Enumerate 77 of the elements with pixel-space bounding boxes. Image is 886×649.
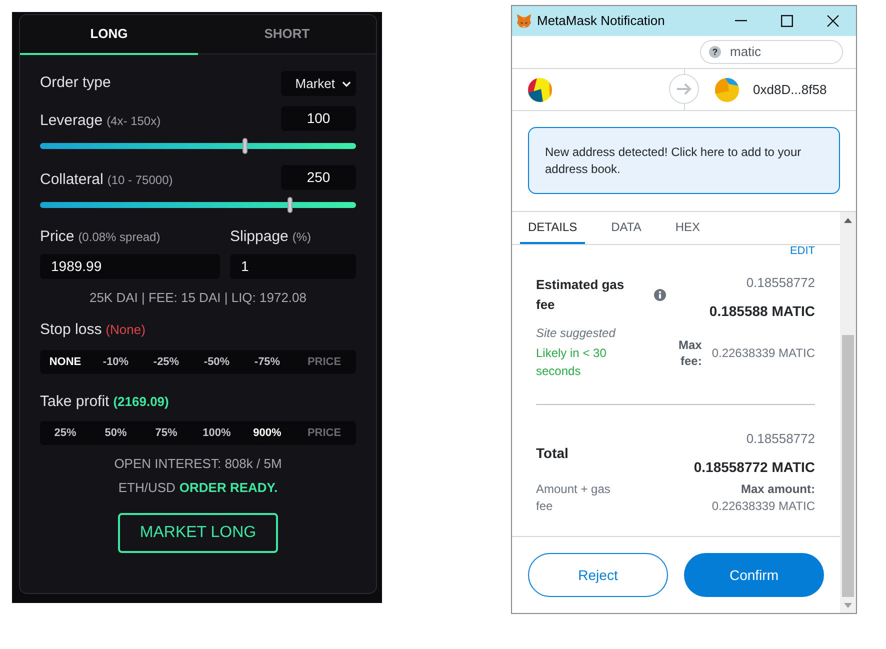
edit-link[interactable]: EDIT [790, 245, 815, 257]
option-button[interactable]: 100% [192, 421, 242, 445]
gas-amount: 0.18558772 [746, 274, 815, 292]
address-alert[interactable]: New address detected! Click here to add to your address book. [528, 127, 840, 194]
leverage-label: Leverage [40, 110, 103, 131]
stop-loss-value: (None) [106, 321, 146, 339]
total-amount-total: 0.18558772 MATIC [694, 458, 815, 476]
option-button[interactable]: -10% [90, 350, 141, 374]
estimate-source: Site suggested [536, 325, 617, 341]
max-fee-value: 0.22638339 MATIC [712, 344, 815, 362]
option-button[interactable]: PRICE [292, 350, 356, 374]
time-estimate: Likely in < 30 seconds [536, 345, 608, 380]
total-label: Total [536, 444, 568, 462]
slippage-label: Slippage [230, 228, 288, 246]
tab[interactable]: SHORT [198, 15, 376, 55]
scroll-up-icon [844, 218, 852, 222]
scrollbar-thumb[interactable] [842, 335, 854, 597]
take-profit-value: (2169.09) [113, 393, 169, 411]
network-selector[interactable]: ? matic [700, 40, 843, 64]
close-icon [827, 15, 839, 27]
gas-amount-total: 0.185588 MATIC [709, 302, 815, 320]
option-button[interactable]: NONE [40, 350, 90, 374]
collateral-slider[interactable] [40, 197, 356, 213]
range-hint: (10 - 75000) [107, 172, 173, 189]
price-input[interactable]: 1989.99 [40, 254, 220, 279]
order-type-label: Order type [40, 73, 111, 94]
option-button[interactable]: 50% [90, 421, 141, 445]
order-status: ORDER READY. [179, 480, 278, 496]
range-hint: (4x- 150x) [106, 112, 161, 130]
max-amount-value: 0.22638339 MATIC [712, 498, 815, 515]
window-title: MetaMask Notification [537, 12, 666, 30]
open-interest: OPEN INTEREST: 808k / 5M [113, 456, 283, 472]
market-long-button[interactable]: MARKET LONG [118, 513, 278, 553]
stop-loss-label: Stop loss [40, 321, 102, 339]
max-fee-label: Max fee: [677, 336, 702, 368]
scrollbar[interactable] [840, 212, 856, 613]
slider-thumb[interactable] [287, 197, 292, 213]
total-amount: 0.18558772 [746, 430, 815, 448]
option-button[interactable]: PRICE [292, 421, 356, 445]
order-summary: 25K DAI | FEE: 15 DAI | LIQ: 1972.08 [88, 290, 308, 306]
tab[interactable]: HEX [667, 212, 708, 244]
tab[interactable]: LONG [20, 15, 198, 55]
option-button[interactable]: 25% [40, 421, 90, 445]
reject-button[interactable]: Reject [528, 553, 668, 597]
slippage-input[interactable]: 1 [230, 254, 356, 279]
collateral-input[interactable]: 250 [281, 165, 356, 190]
maximize-icon [781, 15, 793, 27]
minimize-icon [735, 20, 747, 22]
fox-icon [516, 13, 532, 29]
leverage-input[interactable]: 100 [281, 106, 356, 131]
avatar-icon [528, 78, 552, 102]
slider-thumb[interactable] [242, 138, 248, 154]
recipient-address: 0xd8D...8f58 [753, 80, 827, 99]
max-amount-label: Max amount: [740, 481, 815, 498]
pair-label: ETH/USD [118, 480, 176, 496]
scroll-down-icon [844, 602, 852, 608]
option-button[interactable]: -25% [141, 350, 192, 374]
tab[interactable]: DETAILS [520, 212, 586, 244]
total-caption: Amount + gas fee [536, 481, 612, 515]
take-profit-label: Take profit [40, 393, 110, 411]
option-button[interactable]: 900% [242, 421, 292, 445]
option-button[interactable]: -50% [192, 350, 242, 374]
tab[interactable]: DATA [603, 212, 650, 244]
avatar-icon [715, 78, 739, 102]
chevron-down-icon [342, 80, 351, 86]
gas-fee-label: Estimated gas fee [536, 276, 626, 314]
collateral-label: Collateral [40, 170, 104, 190]
info-icon[interactable] [654, 288, 666, 300]
price-label: Price [40, 228, 74, 246]
confirm-button[interactable]: Confirm [684, 553, 824, 597]
leverage-slider[interactable] [40, 138, 356, 154]
help-icon: ? [709, 46, 721, 58]
order-type-dropdown[interactable]: Market [281, 71, 356, 96]
option-button[interactable]: 75% [141, 421, 192, 445]
unit-hint: (%) [292, 229, 312, 246]
spread-hint: (0.08% spread) [78, 229, 160, 246]
option-button[interactable]: -75% [242, 350, 292, 374]
